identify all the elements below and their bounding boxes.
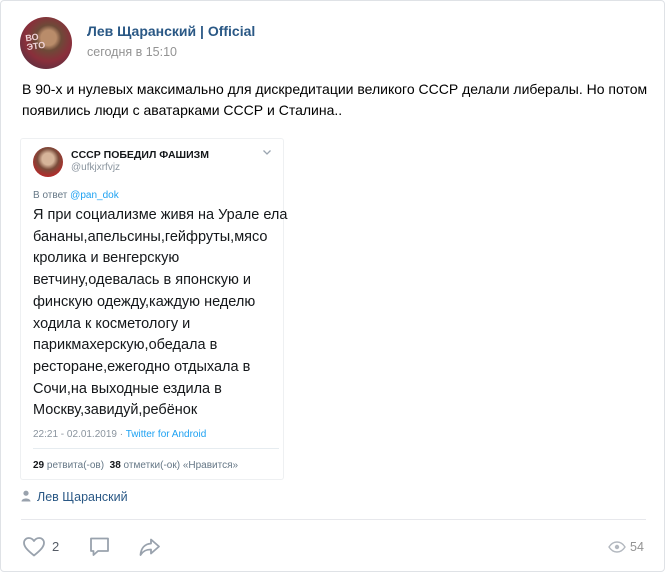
post-signature[interactable]: Лев Щаранский	[21, 490, 128, 504]
eye-icon	[608, 541, 626, 553]
author-name[interactable]: Лев Щаранский | Official	[87, 23, 255, 39]
tweet-avatar	[33, 147, 63, 177]
heart-icon	[21, 534, 66, 560]
like-count: 2	[52, 539, 60, 554]
wall-post: ВО ЭТО Лев Щаранский | Official сегодня в…	[0, 0, 665, 572]
tweet-line: финскую одежду,каждую неделю	[33, 293, 256, 310]
tweet-line: Сочи,на выходные ездила в	[33, 380, 222, 397]
tweet-line: ресторане,ежегодно отдыхала в	[33, 358, 251, 375]
tweet-display-name: СССР ПОБЕДИЛ ФАШИЗМ	[71, 149, 209, 161]
tweet-line: бананы,апельсины,гейфруты,мясо	[33, 228, 268, 245]
post-text: В 90-х и нулевых максимально для дискред…	[22, 81, 648, 118]
retweets-label: ретвита(-ов)	[46, 460, 105, 471]
tweet-line: ветчину,одевалась в японскую и	[33, 272, 252, 289]
comment-icon	[87, 534, 113, 560]
person-icon	[21, 490, 31, 502]
reply-handle: @pan_dok	[70, 190, 119, 201]
tweet-source: Twitter for Android	[125, 429, 207, 440]
tweet-timestamp: 22:21 - 02.01.2019 ·	[33, 429, 124, 440]
tweet-line: Я при социализме живя на Урале ела	[33, 207, 288, 223]
post-time[interactable]: сегодня в 15:10	[87, 45, 177, 59]
tweet-stats: 29 ретвита(-ов) 38 отметки(-ок) «Нравитс…	[33, 460, 238, 471]
share-button[interactable]	[137, 534, 163, 562]
tweet-line: ходила к косметологу и	[33, 315, 191, 332]
likes-label: отметки(-ок) «Нравится»	[123, 460, 239, 471]
tweet-meta: 22:21 - 02.01.2019 · Twitter for Android	[33, 429, 206, 440]
tweet-screenshot[interactable]: СССР ПОБЕДИЛ ФАШИЗМ @ufkjxrfvjz В ответ …	[21, 139, 288, 479]
tweet-handle: @ufkjxrfvjz	[71, 162, 121, 173]
views-count: 54	[630, 540, 644, 554]
tweet-line: Москву,завидуй,ребёнок	[33, 402, 198, 419]
tweet-body: Я при социализме живя на Урале ела банан…	[33, 205, 288, 422]
share-icon	[137, 534, 163, 560]
tweet-reply-to: В ответ @pan_dok	[33, 190, 119, 201]
actions-divider	[21, 519, 646, 520]
tweet-line: парикмахерскую,обедала в	[33, 337, 218, 354]
reply-prefix: В ответ	[33, 190, 68, 201]
tweet-divider	[33, 448, 279, 449]
author-avatar[interactable]: ВО ЭТО	[20, 17, 72, 69]
retweets-count: 29	[33, 460, 45, 471]
signature-name[interactable]: Лев Щаранский	[37, 490, 128, 504]
tweet-line: кролика и венгерскую	[33, 250, 180, 267]
chevron-down-icon	[260, 145, 274, 159]
likes-count: 38	[109, 460, 121, 471]
comment-button[interactable]	[87, 534, 113, 562]
like-button[interactable]: 2	[21, 534, 66, 562]
